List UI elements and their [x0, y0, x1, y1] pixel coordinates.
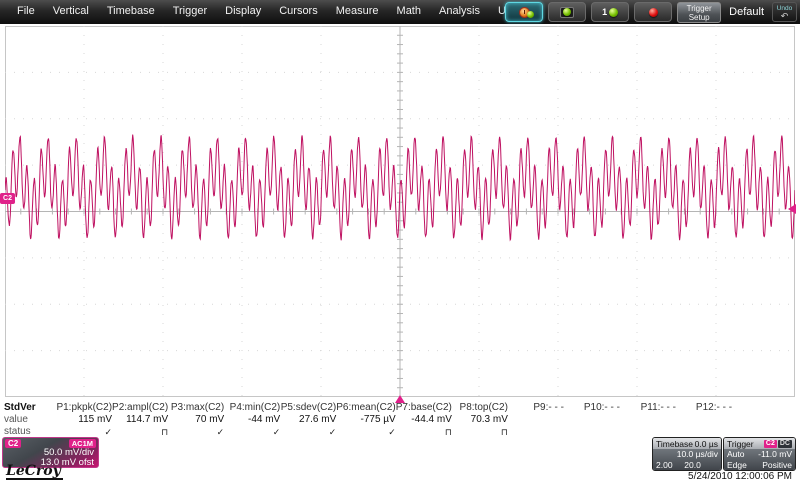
status-icon: ✓	[216, 427, 225, 437]
undo-button[interactable]: Undo ↶	[772, 2, 797, 22]
trigger-level-marker[interactable]	[788, 204, 796, 214]
status-icon: ⊓	[500, 427, 508, 437]
status-icon: ⊓	[161, 427, 169, 437]
status-icon: ✓	[388, 427, 396, 437]
trigger-descriptor[interactable]: Trigger C2 DC Auto -11.0 mV Edge Positiv…	[723, 437, 796, 471]
display-icon	[560, 6, 575, 18]
measurement-p2[interactable]: P2:ampl(C2) 114.7 mV ⊓	[112, 402, 168, 438]
measurement-p11[interactable]: P11:- - -	[620, 402, 676, 438]
menu-bar: File Vertical Timebase Trigger Display C…	[0, 0, 800, 24]
menu-items: File Vertical Timebase Trigger Display C…	[0, 0, 583, 24]
timebase-title: Timebase	[656, 438, 694, 449]
menu-display[interactable]: Display	[216, 0, 270, 24]
measurement-p12[interactable]: P12:- - -	[676, 402, 732, 438]
channel-name-badge: C2	[5, 439, 22, 448]
channel-zero-marker[interactable]: C2	[0, 193, 15, 204]
trigger-type: Edge	[727, 460, 747, 470]
measurement-p9[interactable]: P9:- - -	[508, 402, 564, 438]
green-dot-icon	[527, 11, 535, 18]
lecroy-logo: LeCroy	[6, 463, 63, 480]
measurement-p5[interactable]: P5:sdev(C2) 27.6 mV ✓	[280, 402, 337, 438]
menu-trigger[interactable]: Trigger	[164, 0, 216, 24]
measurement-p7[interactable]: P7:base(C2) -44.4 mV ⊓	[396, 402, 452, 438]
default-setup-label: Default	[729, 6, 764, 18]
status-icon	[564, 414, 620, 426]
measurement-p3[interactable]: P3:max(C2) 70 mV ✓	[168, 402, 224, 438]
stop-trigger-button[interactable]	[634, 2, 673, 22]
timebase-position: 0.0 µs	[694, 438, 718, 449]
measurement-p10[interactable]: P10:- - -	[564, 402, 620, 438]
trigger-setup-label-2: Setup	[688, 12, 710, 22]
waveform-display[interactable]: C2	[0, 26, 796, 403]
menu-measure[interactable]: Measure	[327, 0, 388, 24]
single-trigger-digit: 1	[602, 7, 608, 17]
trigger-coupling-badge: DC	[777, 439, 792, 448]
menu-timebase[interactable]: Timebase	[98, 0, 164, 24]
trigger-title: Trigger	[727, 438, 754, 449]
stop-icon	[648, 7, 658, 17]
trigger-slope: Positive	[762, 460, 792, 470]
menu-analysis[interactable]: Analysis	[430, 0, 489, 24]
trigger-mode: Auto	[727, 449, 745, 459]
measurement-p1[interactable]: P1:pkpk(C2) 115 mV ✓	[56, 402, 112, 438]
undo-arrow-icon: ↶	[780, 11, 789, 21]
timebase-rate: 20.0 GS/s	[684, 460, 701, 470]
trigger-position-marker[interactable]	[395, 395, 405, 403]
measurement-p4[interactable]: P4:min(C2) -44 mV ✓	[224, 402, 281, 438]
trigger-level: -11.0 mV	[758, 449, 792, 459]
trigger-setup-button[interactable]: Trigger Setup	[677, 1, 722, 23]
status-icon	[508, 414, 564, 426]
timebase-scale: 10.0 µs/div	[676, 449, 718, 459]
trigger-setup-label-1: Trigger	[686, 3, 712, 13]
trigger-mode-toolbar: 1 Trigger Setup Default Undo ↶	[505, 1, 797, 23]
status-icon: ⊓	[444, 427, 452, 437]
auto-trigger-button[interactable]	[505, 2, 544, 22]
measurement-row-labels: StdVer value status	[4, 402, 36, 438]
menu-vertical[interactable]: Vertical	[44, 0, 98, 24]
menu-file[interactable]: File	[8, 0, 44, 24]
measure-set-name: StdVer	[4, 402, 36, 413]
trigger-source-badge: C2	[763, 439, 777, 448]
oscilloscope-screen: File Vertical Timebase Trigger Display C…	[0, 0, 800, 480]
timebase-samples: 2.00 MS	[656, 460, 673, 470]
measurement-p8[interactable]: P8:top(C2) 70.3 mV ⊓	[452, 402, 508, 438]
status-icon: ✓	[272, 427, 281, 437]
status-icon	[620, 414, 676, 426]
menu-cursors[interactable]: Cursors	[270, 0, 327, 24]
value-row-label: value	[4, 414, 28, 425]
single-trigger-button[interactable]: 1	[591, 2, 630, 22]
green-dot-icon	[609, 7, 619, 17]
status-icon	[676, 414, 732, 426]
measurement-table: P1:pkpk(C2) 115 mV ✓ P2:ampl(C2) 114.7 m…	[56, 402, 732, 438]
datetime-display: 5/24/2010 12:00:06 PM	[688, 471, 792, 480]
measurement-p6[interactable]: P6:mean(C2) -775 µV ✓	[336, 402, 395, 438]
menu-math[interactable]: Math	[388, 0, 430, 24]
status-icon: ✓	[328, 427, 337, 437]
timebase-descriptor[interactable]: Timebase 0.0 µs 10.0 µs/div 2.00 MS 20.0…	[652, 437, 722, 471]
oscilloscope-grid	[5, 26, 795, 397]
normal-trigger-button[interactable]	[548, 2, 587, 22]
